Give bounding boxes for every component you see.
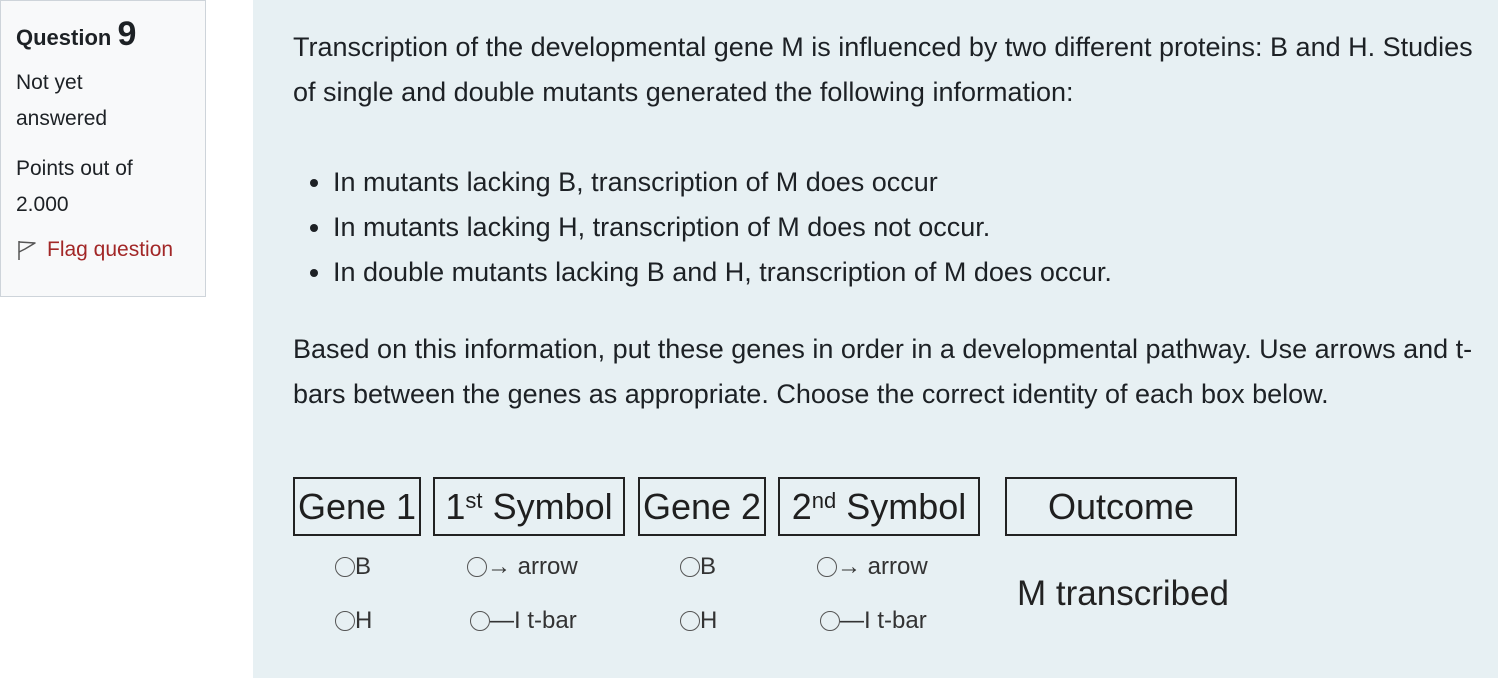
symbol1-header-word: Symbol bbox=[492, 485, 613, 527]
gene1-option-label: B bbox=[355, 553, 372, 580]
gene1-option-h[interactable]: H bbox=[335, 607, 372, 635]
symbol1-header-sup: st bbox=[465, 487, 483, 513]
gene2-option-b[interactable]: B bbox=[680, 553, 716, 581]
question-grade: Points out of 2.000 bbox=[16, 151, 205, 223]
question-text: Transcription of the developmental gene … bbox=[293, 25, 1483, 417]
gene1-option-b[interactable]: B bbox=[335, 553, 371, 581]
question-grade-line2: 2.000 bbox=[16, 193, 69, 216]
symbol2-header: 2nd Symbol bbox=[778, 477, 980, 536]
outcome-value: M transcribed bbox=[1017, 574, 1230, 613]
outcome-header-label: Outcome bbox=[1047, 485, 1195, 527]
question-instruction: Based on this information, put these gen… bbox=[293, 334, 1473, 409]
question-label: Question bbox=[16, 25, 112, 50]
symbol1-option-label: → arrow bbox=[487, 553, 578, 580]
symbol1-header-num: 1 bbox=[445, 485, 466, 527]
flag-question-link[interactable]: Flag question bbox=[16, 238, 205, 262]
gene2-option-h[interactable]: H bbox=[680, 607, 717, 635]
symbol2-option-label: —I t-bar bbox=[840, 607, 927, 634]
question-intro: Transcription of the developmental gene … bbox=[293, 32, 1473, 107]
symbol2-header-sup: nd bbox=[811, 487, 837, 513]
gene2-option-label: B bbox=[700, 553, 717, 580]
gene2-radio-b[interactable] bbox=[680, 557, 700, 577]
gene1-option-label: H bbox=[355, 607, 373, 634]
gene2-header: Gene 2 bbox=[638, 477, 766, 536]
symbol2-option-arrow[interactable]: → arrow bbox=[817, 553, 928, 581]
symbol2-header-word: Symbol bbox=[846, 485, 967, 527]
symbol2-radio-arrow[interactable] bbox=[817, 557, 837, 577]
gene1-radio-h[interactable] bbox=[335, 611, 355, 631]
question-number-value: 9 bbox=[117, 15, 137, 53]
outcome-header: Outcome bbox=[1005, 477, 1237, 536]
symbol2-header-num: 2 bbox=[791, 485, 812, 527]
symbol1-header: 1st Symbol bbox=[433, 477, 625, 536]
symbol1-option-label: —I t-bar bbox=[490, 607, 577, 634]
symbol1-option-tbar[interactable]: —I t-bar bbox=[470, 607, 577, 635]
symbol1-radio-arrow[interactable] bbox=[467, 557, 487, 577]
finding-item: In mutants lacking H, transcription of M… bbox=[333, 205, 1483, 250]
question-state: Not yet answered bbox=[16, 65, 205, 137]
symbol2-option-tbar[interactable]: —I t-bar bbox=[820, 607, 927, 635]
symbol2-option-label: → arrow bbox=[837, 553, 928, 580]
gene1-header-label: Gene 1 bbox=[297, 485, 417, 527]
gene2-option-label: H bbox=[700, 607, 718, 634]
symbol1-radio-tbar[interactable] bbox=[470, 611, 490, 631]
gene1-radio-b[interactable] bbox=[335, 557, 355, 577]
question-state-line2: answered bbox=[16, 107, 108, 130]
question-number: Question 9 bbox=[16, 17, 205, 51]
question-info-panel: Question 9 Not yet answered Points out o… bbox=[0, 0, 206, 297]
finding-item: In double mutants lacking B and H, trans… bbox=[333, 250, 1483, 295]
flag-question-label: Flag question bbox=[47, 238, 174, 261]
mutant-findings-list: In mutants lacking B, transcription of M… bbox=[293, 160, 1483, 295]
symbol1-option-arrow[interactable]: → arrow bbox=[467, 553, 578, 581]
question-grade-line1: Points out of bbox=[16, 157, 133, 180]
question-content: Transcription of the developmental gene … bbox=[253, 0, 1498, 678]
flag-outline-icon bbox=[18, 241, 36, 260]
gene1-header: Gene 1 bbox=[293, 477, 421, 536]
finding-item: In mutants lacking B, transcription of M… bbox=[333, 160, 1483, 205]
symbol2-radio-tbar[interactable] bbox=[820, 611, 840, 631]
question-state-line1: Not yet bbox=[16, 71, 83, 94]
gene2-radio-h[interactable] bbox=[680, 611, 700, 631]
gene2-header-label: Gene 2 bbox=[642, 485, 762, 527]
